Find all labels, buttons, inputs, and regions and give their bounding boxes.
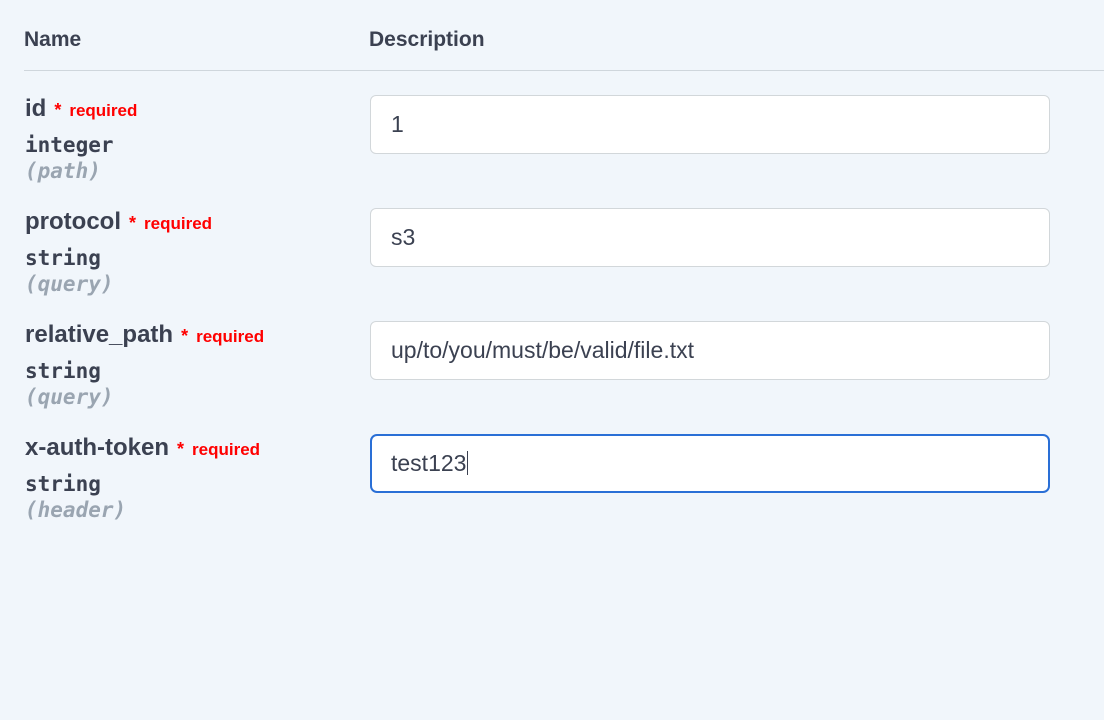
param-name: relative_path [25, 321, 173, 349]
table-row: protocol * required string (query) s3 [24, 184, 1104, 297]
input-value: test123 [391, 450, 466, 476]
param-type: integer [25, 133, 349, 157]
required-label: required [196, 327, 264, 347]
param-type: string [25, 472, 349, 496]
param-type: string [25, 359, 349, 383]
param-location: (query) [25, 272, 349, 296]
required-star-icon: * [129, 213, 136, 234]
column-header-name: Name [24, 22, 369, 71]
param-name: id [25, 95, 46, 123]
param-type: string [25, 246, 349, 270]
param-name: x-auth-token [25, 434, 169, 462]
table-row: id * required integer (path) 1 [24, 71, 1104, 185]
relative-path-input[interactable]: up/to/you/must/be/valid/file.txt [370, 321, 1050, 380]
required-star-icon: * [177, 439, 184, 460]
id-input[interactable]: 1 [370, 95, 1050, 154]
table-row: relative_path * required string (query) … [24, 297, 1104, 410]
protocol-input[interactable]: s3 [370, 208, 1050, 267]
required-label: required [144, 214, 212, 234]
param-location: (header) [25, 498, 349, 522]
x-auth-token-input[interactable]: test123 [370, 434, 1050, 493]
text-caret-icon [467, 451, 468, 475]
param-name: protocol [25, 208, 121, 236]
required-label: required [69, 101, 137, 121]
required-star-icon: * [181, 326, 188, 347]
column-header-description: Description [369, 22, 1104, 71]
param-location: (query) [25, 385, 349, 409]
required-star-icon: * [54, 100, 61, 121]
required-label: required [192, 440, 260, 460]
table-row: x-auth-token * required string (header) … [24, 410, 1104, 523]
param-location: (path) [25, 159, 349, 183]
parameters-table: Name Description id * required integer (… [24, 22, 1104, 523]
